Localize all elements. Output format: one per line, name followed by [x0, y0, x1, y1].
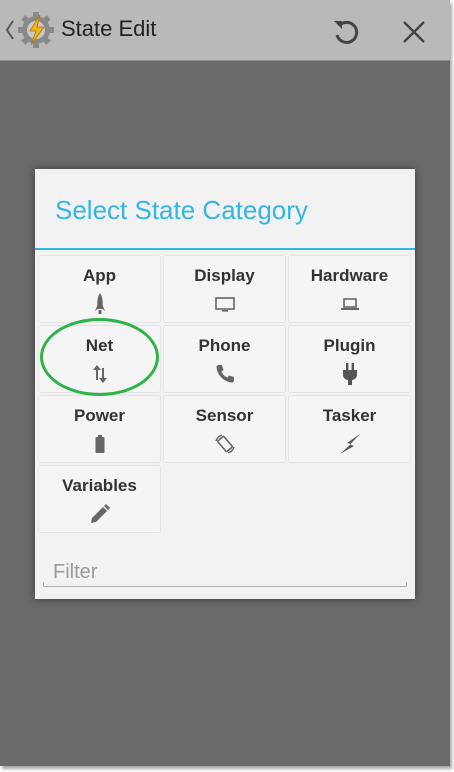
- pencil-icon: [88, 502, 112, 526]
- revert-button[interactable]: [326, 12, 366, 52]
- category-display[interactable]: Display: [163, 255, 286, 323]
- laptop-icon: [338, 292, 362, 316]
- filter-underline-tick: [406, 582, 407, 587]
- category-plugin[interactable]: Plugin: [288, 325, 411, 393]
- device-screen: State Edit Select State Category App Dis…: [0, 0, 450, 766]
- tasker-logo-icon[interactable]: [16, 10, 56, 50]
- category-label: Hardware: [310, 266, 389, 285]
- revert-icon: [334, 20, 359, 44]
- monitor-icon: [213, 292, 237, 316]
- plug-icon: [338, 362, 362, 386]
- category-label: Phone: [198, 336, 251, 355]
- category-label: Plugin: [323, 336, 376, 355]
- category-label: Sensor: [195, 406, 254, 425]
- page-title: State Edit: [61, 16, 157, 41]
- battery-icon: [88, 432, 112, 456]
- close-icon: [403, 21, 425, 43]
- highlight-circle-annotation: [40, 318, 159, 396]
- category-phone[interactable]: Phone: [163, 325, 286, 393]
- category-hardware[interactable]: Hardware: [288, 255, 411, 323]
- category-variables[interactable]: Variables: [38, 465, 161, 533]
- close-button[interactable]: [394, 12, 434, 52]
- category-label: Tasker: [322, 406, 377, 425]
- category-power[interactable]: Power: [38, 395, 161, 463]
- filter-placeholder: Filter: [53, 561, 98, 583]
- phone-icon: [213, 362, 237, 386]
- screen-rotation-icon: [213, 432, 237, 456]
- lightning-icon: [338, 432, 362, 456]
- category-label: App: [82, 266, 117, 285]
- title-divider: [35, 248, 415, 250]
- filter-underline: [43, 586, 407, 587]
- category-label: Variables: [62, 476, 137, 495]
- filter-input[interactable]: Filter: [43, 555, 407, 591]
- action-bar: State Edit: [0, 0, 450, 61]
- rocket-icon: [88, 292, 112, 316]
- category-label: Power: [73, 406, 126, 425]
- category-tasker[interactable]: Tasker: [288, 395, 411, 463]
- back-chevron-icon[interactable]: [5, 18, 15, 42]
- category-app[interactable]: App: [38, 255, 161, 323]
- dialog-title: Select State Category: [55, 195, 308, 225]
- category-sensor[interactable]: Sensor: [163, 395, 286, 463]
- category-label: Display: [194, 266, 255, 285]
- filter-underline-tick: [43, 582, 44, 587]
